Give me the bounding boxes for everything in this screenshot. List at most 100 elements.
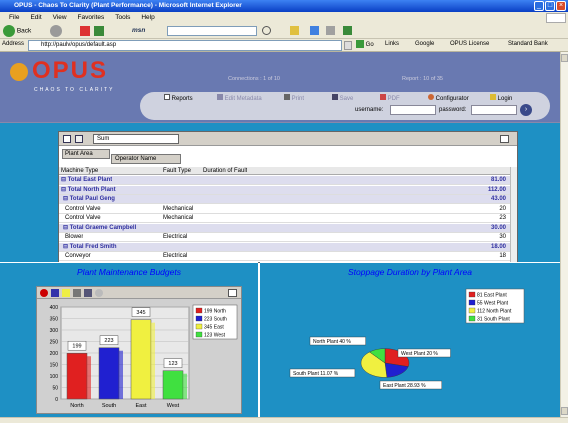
cell-duration: 20 <box>499 205 506 212</box>
nav-edit-metadata[interactable]: Edit Metadata <box>217 94 262 103</box>
menu-edit[interactable]: Edit <box>30 12 41 23</box>
key-icon <box>490 94 496 100</box>
chart-palette-icon[interactable] <box>62 289 70 297</box>
password-input[interactable] <box>471 105 517 115</box>
msn-logo[interactable]: msn <box>132 25 145 37</box>
chart-type-icon[interactable] <box>40 289 48 297</box>
media-icon[interactable] <box>310 26 319 35</box>
menu-file[interactable]: File <box>9 12 19 23</box>
login-go-button[interactable]: › <box>520 104 532 116</box>
table-row[interactable]: Blower Electrical 30 <box>59 233 510 242</box>
table-row[interactable]: Conveyor Electrical 18 <box>59 252 510 261</box>
scroll-up-chevron-icon[interactable] <box>561 54 568 62</box>
scroll-down-chevron-icon[interactable] <box>561 407 568 415</box>
col-machine-type[interactable]: Machine Type <box>61 167 98 175</box>
nav-save[interactable]: Save <box>332 94 353 103</box>
col-duration[interactable]: Duration of Fault <box>203 167 247 175</box>
link-google[interactable]: Google <box>415 41 434 47</box>
mail-icon[interactable] <box>326 26 335 35</box>
menu-help[interactable]: Help <box>141 12 154 23</box>
minimize-panel-icon[interactable] <box>500 135 509 143</box>
cell-machine-type: Blower <box>65 234 84 240</box>
table-row[interactable]: Control Valve Mechanical 20 <box>59 204 510 214</box>
maximize-button[interactable]: □ <box>545 1 555 11</box>
logo-mark-icon <box>10 63 28 81</box>
grid-scrollbar[interactable] <box>510 167 517 262</box>
x-tick-label: North <box>70 403 83 409</box>
address-dropdown-chevron-icon[interactable] <box>344 41 352 50</box>
group-tab-plant-area[interactable]: Plant Area <box>62 149 110 159</box>
page-scrollbar[interactable] <box>560 52 568 417</box>
bar-side <box>87 356 91 399</box>
chart-print-icon[interactable] <box>73 289 81 297</box>
table-total-row[interactable]: ⊟ Total Paul Geng 43.00 <box>59 195 510 204</box>
table-total-row[interactable]: ⊟ Total Graeme Campbell 30.00 <box>59 223 510 233</box>
chart-settings-icon[interactable] <box>95 289 103 297</box>
legend-swatch <box>468 307 476 314</box>
address-input[interactable]: http://paulv/opus/default.asp <box>28 40 342 51</box>
budgets-title: Plant Maintenance Budgets <box>77 267 181 277</box>
close-button[interactable]: × <box>556 1 566 11</box>
legend-label: 81 East Plant <box>477 293 507 299</box>
cell-machine-type: ⊟ Total Fred Smith <box>63 243 117 250</box>
nav-print[interactable]: Print <box>284 94 304 103</box>
msn-search-input[interactable] <box>167 26 257 36</box>
pdf-icon <box>380 94 386 100</box>
menu-tools[interactable]: Tools <box>115 12 130 23</box>
cell-duration: 18.00 <box>490 243 506 250</box>
table-total-row[interactable]: ⊟ Total East Plant 81.00 <box>59 176 510 185</box>
legend-label: 199 North <box>204 309 226 315</box>
cell-fault-type: Electrical <box>163 234 188 240</box>
y-tick-label: 400 <box>50 305 59 311</box>
username-input[interactable] <box>390 105 436 115</box>
link-standard-bank[interactable]: Standard Bank <box>508 41 548 47</box>
web-page: OPUS CHAOS TO CLARITY Connections : 1 of… <box>0 52 560 417</box>
group-tab-operator-name[interactable]: Operator Name <box>111 154 181 164</box>
menu-view[interactable]: View <box>53 12 67 23</box>
logo-text: OPUS <box>32 57 109 84</box>
favorites-icon[interactable] <box>290 26 299 35</box>
nav-pdf[interactable]: PDF <box>380 94 400 103</box>
forward-button[interactable] <box>50 25 62 37</box>
budgets-panel: Plant Maintenance Budgets 0 50 100 150 200 25… <box>0 262 258 417</box>
legend-swatch <box>468 299 476 306</box>
pie-data-label: West Plant 20 % <box>401 351 438 357</box>
chart-save-icon[interactable] <box>84 289 92 297</box>
y-tick-label: 150 <box>50 363 59 369</box>
bar-chart: 0 50 100 150 200 250 300 350 400 199 North 223 South… <box>50 304 238 409</box>
stop-icon[interactable] <box>80 26 90 36</box>
link-opus-license[interactable]: OPUS License <box>450 41 489 47</box>
forward-arrow-icon <box>50 25 62 37</box>
pie-data-label: North Plant 40 % <box>313 339 351 345</box>
grid-refresh-icon[interactable] <box>75 135 83 143</box>
table-total-row[interactable]: ⊟ Total North Plant 112.00 <box>59 185 510 195</box>
report-status: Report : 10 of 35 <box>402 76 443 82</box>
messenger-icon[interactable] <box>343 26 352 35</box>
cell-duration: 23 <box>499 215 506 221</box>
refresh-icon[interactable] <box>94 26 104 36</box>
y-tick-label: 200 <box>50 351 59 357</box>
nav-bar: Reports Edit Metadata Print Save PDF Con… <box>140 92 550 120</box>
grid-layout-icon[interactable] <box>63 135 71 143</box>
back-button[interactable]: Back <box>3 25 31 37</box>
aggregate-select[interactable]: Sum <box>93 134 179 144</box>
table-row[interactable]: Control Valve Mechanical 23 <box>59 214 510 223</box>
menu-favorites[interactable]: Favorites <box>78 12 105 23</box>
go-button[interactable]: Go <box>356 40 374 51</box>
grid-body: ⊟ Total East Plant 81.00 ⊟ Total North Pla… <box>59 176 510 262</box>
chart-data-icon[interactable] <box>51 289 59 297</box>
nav-configurator[interactable]: Configurator <box>428 94 469 103</box>
table-total-row[interactable]: ⊟ Total Fred Smith 18.00 <box>59 242 510 252</box>
nav-reports[interactable]: Reports <box>164 94 193 103</box>
search-icon[interactable] <box>262 26 271 35</box>
bar <box>162 370 184 400</box>
col-fault-type[interactable]: Fault Type <box>163 167 191 175</box>
grid-toolbar: Sum <box>59 132 517 146</box>
cell-machine-type: ⊟ Total North Plant <box>61 186 116 193</box>
y-tick-label: 350 <box>50 317 59 323</box>
minimize-button[interactable]: _ <box>534 1 544 11</box>
chart-minimize-icon[interactable] <box>228 289 237 297</box>
pivot-grid: Sum Plant Area Operator Name Machine Typ… <box>58 131 518 263</box>
nav-login[interactable]: Login <box>490 94 512 103</box>
cell-machine-type: Control Valve <box>65 205 101 212</box>
